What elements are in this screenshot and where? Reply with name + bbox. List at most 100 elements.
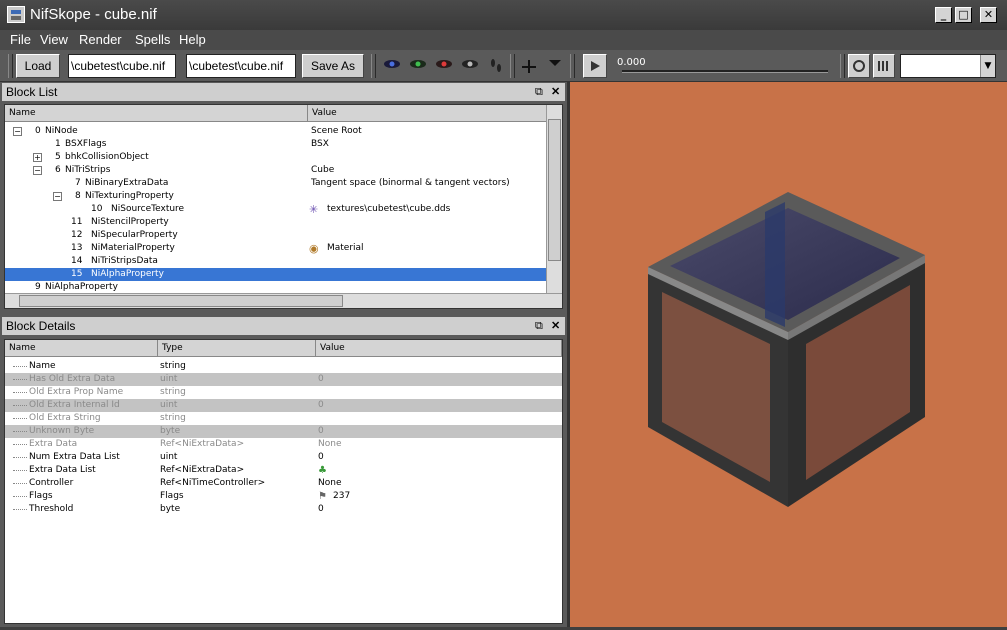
block-number: 0 bbox=[35, 126, 41, 136]
field-value[interactable]: None bbox=[318, 477, 341, 490]
load-path-input[interactable]: \cubetest\cube.nif bbox=[68, 54, 176, 78]
collapse-icon[interactable]: − bbox=[33, 166, 42, 175]
vertical-scrollbar[interactable] bbox=[546, 105, 562, 295]
detail-row[interactable]: Unknown Byte byte 0 bbox=[5, 425, 562, 438]
toolbar-grip[interactable] bbox=[8, 54, 13, 78]
loop-icon[interactable] bbox=[848, 54, 870, 78]
tree-line bbox=[13, 509, 27, 510]
axes-icon[interactable] bbox=[520, 58, 538, 74]
play-button[interactable] bbox=[583, 54, 607, 78]
tree-row[interactable]: 13 NiMaterialProperty Material ◉ bbox=[5, 242, 546, 255]
block-number: 13 bbox=[71, 243, 83, 253]
save-path-input[interactable]: \cubetest\cube.nif bbox=[186, 54, 296, 78]
close-icon[interactable]: ✕ bbox=[551, 317, 560, 335]
column-header-name[interactable]: Name bbox=[5, 105, 308, 122]
detail-row[interactable]: Threshold byte 0 bbox=[5, 503, 562, 516]
toolbar-grip[interactable] bbox=[840, 54, 845, 78]
field-value[interactable]: 237 bbox=[333, 490, 350, 503]
tree-row[interactable]: − 8 NiTexturingProperty bbox=[5, 190, 546, 203]
field-value[interactable]: 0 bbox=[318, 373, 324, 386]
eye-blue-icon[interactable] bbox=[383, 58, 401, 74]
minimize-button[interactable]: _ bbox=[935, 7, 952, 23]
title-bar: NifSkope - cube.nif _ □ ✕ bbox=[0, 0, 1007, 30]
detail-row[interactable]: Old Extra Prop Name string bbox=[5, 386, 562, 399]
time-value: 0.000 bbox=[617, 57, 646, 68]
eye-grey-icon[interactable] bbox=[461, 58, 479, 74]
detail-row[interactable]: Old Extra String string bbox=[5, 412, 562, 425]
block-list-title: Block List bbox=[6, 85, 58, 99]
column-header-value[interactable]: Value bbox=[308, 105, 547, 122]
tree-row[interactable]: 1 BSXFlags BSX bbox=[5, 138, 546, 151]
menu-file[interactable]: File bbox=[10, 32, 31, 47]
field-value[interactable]: 0 bbox=[318, 399, 324, 412]
expand-icon[interactable]: + bbox=[33, 153, 42, 162]
field-name: Num Extra Data List bbox=[29, 452, 120, 462]
load-button[interactable]: Load bbox=[16, 54, 60, 78]
tree-row[interactable]: 11 NiStencilProperty bbox=[5, 216, 546, 229]
tree-row[interactable]: − 6 NiTriStrips Cube bbox=[5, 164, 546, 177]
float-icon[interactable]: ⧉ bbox=[535, 317, 543, 335]
menu-bar: File View Render Spells Help bbox=[0, 30, 1007, 50]
footprints-icon[interactable] bbox=[487, 58, 505, 74]
toolbar-grip[interactable] bbox=[510, 54, 515, 78]
tree-row[interactable]: 12 NiSpecularProperty bbox=[5, 229, 546, 242]
nifskope-window: NifSkope - cube.nif _ □ ✕ File View Rend… bbox=[0, 0, 1007, 627]
field-type: Ref<NiExtraData> bbox=[160, 465, 245, 475]
collapse-icon[interactable]: − bbox=[13, 127, 22, 136]
chevron-down-icon[interactable] bbox=[546, 58, 564, 74]
tree-row[interactable]: 14 NiTriStripsData bbox=[5, 255, 546, 268]
field-value[interactable]: 0 bbox=[318, 451, 324, 464]
block-details-table[interactable]: Name Type Value Name string Has Old Extra … bbox=[4, 339, 563, 624]
eye-red-icon[interactable] bbox=[435, 58, 453, 74]
detail-row[interactable]: Num Extra Data List uint 0 bbox=[5, 451, 562, 464]
tree-line bbox=[13, 457, 27, 458]
field-type: uint bbox=[160, 400, 178, 410]
block-name: NiBinaryExtraData bbox=[85, 178, 169, 188]
tree-row[interactable]: 10 NiSourceTexture textures\cubetest\cube.… bbox=[5, 203, 546, 216]
tree-line bbox=[13, 366, 27, 367]
time-slider[interactable] bbox=[622, 70, 828, 73]
detail-row[interactable]: Extra Data Ref<NiExtraData> None bbox=[5, 438, 562, 451]
tree-line bbox=[13, 470, 27, 471]
field-value[interactable]: None bbox=[318, 438, 341, 451]
block-name: NiSourceTexture bbox=[111, 204, 185, 214]
field-value[interactable]: 0 bbox=[318, 425, 324, 438]
column-header-name[interactable]: Name bbox=[5, 340, 158, 357]
maximize-button[interactable]: □ bbox=[955, 7, 972, 23]
menu-render[interactable]: Render bbox=[79, 32, 122, 47]
detail-row[interactable]: Flags Flags ⚑ 237 bbox=[5, 490, 562, 503]
eye-green-icon[interactable] bbox=[409, 58, 427, 74]
close-icon[interactable]: ✕ bbox=[551, 83, 560, 101]
column-header-type[interactable]: Type bbox=[158, 340, 316, 357]
toolbar-grip[interactable] bbox=[570, 54, 575, 78]
toolbar-grip[interactable] bbox=[371, 54, 376, 78]
detail-row[interactable]: Controller Ref<NiTimeController> None bbox=[5, 477, 562, 490]
block-number: 6 bbox=[55, 165, 61, 175]
tree-row[interactable]: +5 bhkCollisionObject bbox=[5, 151, 546, 164]
field-value[interactable]: 0 bbox=[318, 503, 324, 516]
dropdown-arrow-icon[interactable]: ▼ bbox=[980, 55, 995, 77]
column-header-value[interactable]: Value bbox=[316, 340, 562, 357]
menu-spells[interactable]: Spells bbox=[135, 32, 170, 47]
flag-icon[interactable]: ⚑ bbox=[318, 490, 327, 503]
detail-row[interactable]: Old Extra Internal Id uint 0 bbox=[5, 399, 562, 412]
detail-row[interactable]: Has Old Extra Data uint 0 bbox=[5, 373, 562, 386]
block-list-tree[interactable]: Name Value − 0 NiNode Scene Root 1 BSXFlags BS… bbox=[4, 104, 563, 309]
tree-row[interactable]: − 0 NiNode Scene Root bbox=[5, 125, 546, 138]
save-as-button[interactable]: Save As bbox=[302, 54, 364, 78]
close-button[interactable]: ✕ bbox=[980, 7, 997, 23]
float-icon[interactable]: ⧉ bbox=[535, 83, 543, 101]
tree-row[interactable]: 15 NiAlphaProperty bbox=[5, 268, 546, 281]
sequence-icon[interactable] bbox=[873, 54, 895, 78]
render-viewport[interactable] bbox=[567, 82, 1007, 627]
block-number: 8 bbox=[75, 191, 81, 201]
block-name: bhkCollisionObject bbox=[65, 152, 149, 162]
array-icon[interactable]: ♣ bbox=[318, 464, 327, 477]
menu-view[interactable]: View bbox=[40, 32, 68, 47]
collapse-icon[interactable]: − bbox=[53, 192, 62, 201]
tree-row[interactable]: 7 NiBinaryExtraData Tangent space (binorma… bbox=[5, 177, 546, 190]
detail-row[interactable]: Extra Data List Ref<NiExtraData> ♣ bbox=[5, 464, 562, 477]
menu-help[interactable]: Help bbox=[179, 32, 206, 47]
detail-row[interactable]: Name string bbox=[5, 360, 562, 373]
horizontal-scrollbar[interactable] bbox=[5, 293, 562, 308]
